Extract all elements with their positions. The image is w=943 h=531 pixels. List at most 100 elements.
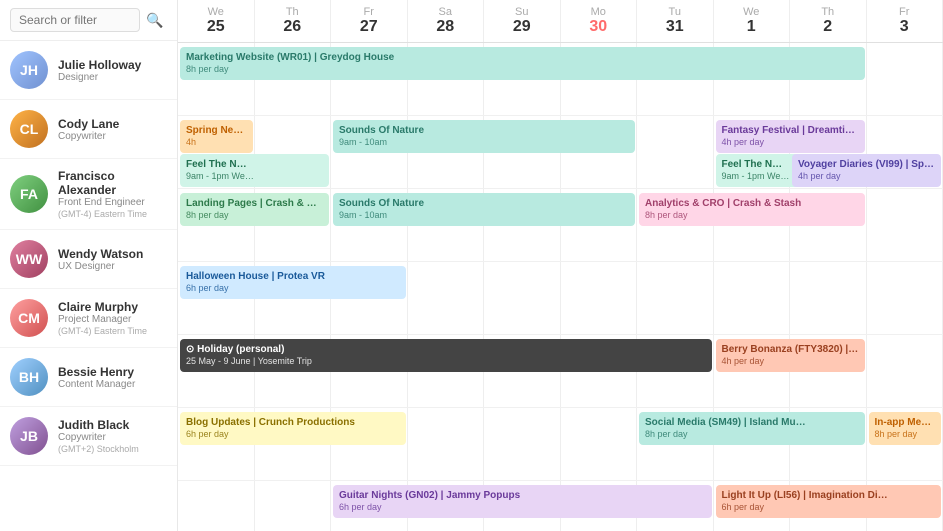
event-julie-0[interactable]: Marketing Website (WR01) | Greydog House… bbox=[180, 47, 865, 80]
search-input[interactable] bbox=[10, 8, 140, 32]
calendar-header: We 25 Th 26 Fr 27 Sa 28 Su 29 Mo 30 Tu 3… bbox=[178, 0, 943, 43]
person-info-claire: Claire Murphy Project Manager (GMT-4) Ea… bbox=[58, 300, 147, 336]
person-item-cody[interactable]: CL Cody Lane Copywriter bbox=[0, 100, 177, 159]
person-item-judith[interactable]: JB Judith Black Copywriter (GMT+2) Stock… bbox=[0, 407, 177, 466]
person-name-francisco: Francisco Alexander bbox=[58, 169, 167, 197]
person-item-bessie[interactable]: BH Bessie Henry Content Manager bbox=[0, 348, 177, 407]
header-day-4: Su 29 bbox=[484, 0, 561, 42]
cell-judith-1[interactable] bbox=[255, 481, 332, 531]
avatar-julie: JH bbox=[10, 51, 48, 89]
event-wendy-0[interactable]: Halloween House | Protea VR 6h per day bbox=[180, 266, 406, 299]
event-claire-7[interactable]: Berry Bonanza (FTY3820) | Frooty 4h per … bbox=[716, 339, 865, 372]
header-day-6: Tu 31 bbox=[637, 0, 714, 42]
event-cody-0[interactable]: Feel The N… 9am - 1pm We… bbox=[180, 154, 329, 187]
header-day-1: Th 26 bbox=[255, 0, 332, 42]
header-day-8: Th 2 bbox=[790, 0, 867, 42]
cell-bessie-3[interactable] bbox=[408, 408, 485, 480]
event-francisco-0[interactable]: Landing Pages | Crash & Stash 8h per day bbox=[180, 193, 329, 226]
event-cody-0[interactable]: Spring Newslett… 4h bbox=[180, 120, 253, 153]
event-sub: 6h per day bbox=[186, 283, 400, 295]
search-icon[interactable]: 🔍 bbox=[146, 12, 163, 29]
event-claire-0[interactable]: ⊙ Holiday (personal) 25 May - 9 June | Y… bbox=[180, 339, 712, 372]
cell-francisco-9[interactable] bbox=[867, 189, 943, 261]
day-name-2: Fr bbox=[331, 6, 407, 18]
person-list: JH Julie Holloway Designer CL Cody Lane … bbox=[0, 41, 177, 531]
event-title: Social Media (SM49) | Island Mu… bbox=[645, 416, 859, 429]
event-sub: 4h per day bbox=[722, 356, 859, 368]
person-item-francisco[interactable]: FA Francisco Alexander Front End Enginee… bbox=[0, 159, 177, 230]
avatar-francisco: FA bbox=[10, 175, 48, 213]
cell-wendy-3[interactable] bbox=[408, 262, 485, 334]
event-sub: 6h per day bbox=[339, 502, 706, 514]
event-cody-8[interactable]: Voyager Diaries (VI99) | Space Po… 4h pe… bbox=[792, 154, 941, 187]
cell-wendy-4[interactable] bbox=[484, 262, 561, 334]
cell-wendy-5[interactable] bbox=[561, 262, 638, 334]
cell-julie-9[interactable] bbox=[867, 43, 943, 115]
event-sub: 4h bbox=[186, 137, 247, 149]
event-judith-2[interactable]: Guitar Nights (GN02) | Jammy Popups 6h p… bbox=[333, 485, 712, 518]
event-bessie-6[interactable]: Social Media (SM49) | Island Mu… 8h per … bbox=[639, 412, 865, 445]
cell-judith-0[interactable] bbox=[178, 481, 255, 531]
header-day-0: We 25 bbox=[178, 0, 255, 42]
event-sub: 8h per day bbox=[875, 429, 936, 441]
event-title: Marketing Website (WR01) | Greydog House bbox=[186, 51, 859, 64]
person-name-cody: Cody Lane bbox=[58, 117, 119, 131]
person-info-francisco: Francisco Alexander Front End Engineer (… bbox=[58, 169, 167, 219]
day-num-9: 3 bbox=[867, 18, 943, 36]
person-info-judith: Judith Black Copywriter (GMT+2) Stockhol… bbox=[58, 418, 139, 454]
cal-row-bessie: Blog Updates | Crunch Productions 6h per… bbox=[178, 408, 943, 481]
cal-row-judith: Guitar Nights (GN02) | Jammy Popups 6h p… bbox=[178, 481, 943, 531]
cell-wendy-8[interactable] bbox=[790, 262, 867, 334]
avatar-judith: JB bbox=[10, 417, 48, 455]
cell-claire-9[interactable] bbox=[867, 335, 943, 407]
person-item-claire[interactable]: CM Claire Murphy Project Manager (GMT-4)… bbox=[0, 289, 177, 348]
event-sub: 9am - 10am bbox=[339, 137, 629, 149]
event-bessie-0[interactable]: Blog Updates | Crunch Productions 6h per… bbox=[180, 412, 406, 445]
calendar-body: Marketing Website (WR01) | Greydog House… bbox=[178, 43, 943, 531]
header-day-5: Mo 30 bbox=[561, 0, 638, 42]
event-sub: 9am - 1pm We… bbox=[186, 171, 323, 183]
person-name-judith: Judith Black bbox=[58, 418, 139, 432]
person-role-cody: Copywriter bbox=[58, 131, 119, 142]
event-sub: 8h per day bbox=[186, 64, 859, 76]
cal-row-cody: Spring Newslett… 4h Sounds Of Nature 9am… bbox=[178, 116, 943, 189]
event-francisco-6[interactable]: Analytics & CRO | Crash & Stash 8h per d… bbox=[639, 193, 865, 226]
cell-wendy-6[interactable] bbox=[637, 262, 714, 334]
person-item-wendy[interactable]: WW Wendy Watson UX Designer bbox=[0, 230, 177, 289]
event-sub: 9am - 10am bbox=[339, 210, 629, 222]
cal-row-claire: ⊙ Holiday (personal) 25 May - 9 June | Y… bbox=[178, 335, 943, 408]
event-sub: 8h per day bbox=[645, 210, 859, 222]
day-num-7: 1 bbox=[714, 18, 790, 36]
avatar-wendy: WW bbox=[10, 240, 48, 278]
event-sub: 8h per day bbox=[645, 429, 859, 441]
person-tz-claire: (GMT-4) Eastern Time bbox=[58, 326, 147, 336]
person-item-julie[interactable]: JH Julie Holloway Designer bbox=[0, 41, 177, 100]
event-sub: 6h per day bbox=[186, 429, 400, 441]
day-num-2: 27 bbox=[331, 18, 407, 36]
event-sub: 8h per day bbox=[186, 210, 323, 222]
event-judith-7[interactable]: Light It Up (LI56) | Imagination Di… 6h … bbox=[716, 485, 942, 518]
event-bessie-9[interactable]: In-app Messagi… 8h per day bbox=[869, 412, 942, 445]
day-name-4: Su bbox=[484, 6, 560, 18]
event-francisco-2[interactable]: Sounds Of Nature 9am - 10am bbox=[333, 193, 635, 226]
day-num-6: 31 bbox=[637, 18, 713, 36]
cal-row-wendy: Halloween House | Protea VR 6h per day bbox=[178, 262, 943, 335]
event-sub: 4h per day bbox=[722, 137, 859, 149]
event-title: Voyager Diaries (VI99) | Space Po… bbox=[798, 158, 935, 171]
event-title: Guitar Nights (GN02) | Jammy Popups bbox=[339, 489, 706, 502]
event-cody-7[interactable]: Fantasy Festival | Dreamtime Fields 4h p… bbox=[716, 120, 865, 153]
event-title: Sounds Of Nature bbox=[339, 197, 629, 210]
cell-wendy-7[interactable] bbox=[714, 262, 791, 334]
event-title: ⊙ Holiday (personal) bbox=[186, 343, 706, 356]
person-info-wendy: Wendy Watson UX Designer bbox=[58, 247, 143, 272]
cell-wendy-9[interactable] bbox=[867, 262, 943, 334]
event-title: Feel The N… bbox=[186, 158, 323, 171]
cell-bessie-5[interactable] bbox=[561, 408, 638, 480]
person-info-julie: Julie Holloway Designer bbox=[58, 58, 141, 83]
header-day-2: Fr 27 bbox=[331, 0, 408, 42]
person-role-julie: Designer bbox=[58, 72, 141, 83]
person-role-bessie: Content Manager bbox=[58, 379, 135, 390]
event-cody-2[interactable]: Sounds Of Nature 9am - 10am bbox=[333, 120, 635, 153]
cell-bessie-4[interactable] bbox=[484, 408, 561, 480]
cell-cody-6[interactable] bbox=[637, 116, 714, 188]
